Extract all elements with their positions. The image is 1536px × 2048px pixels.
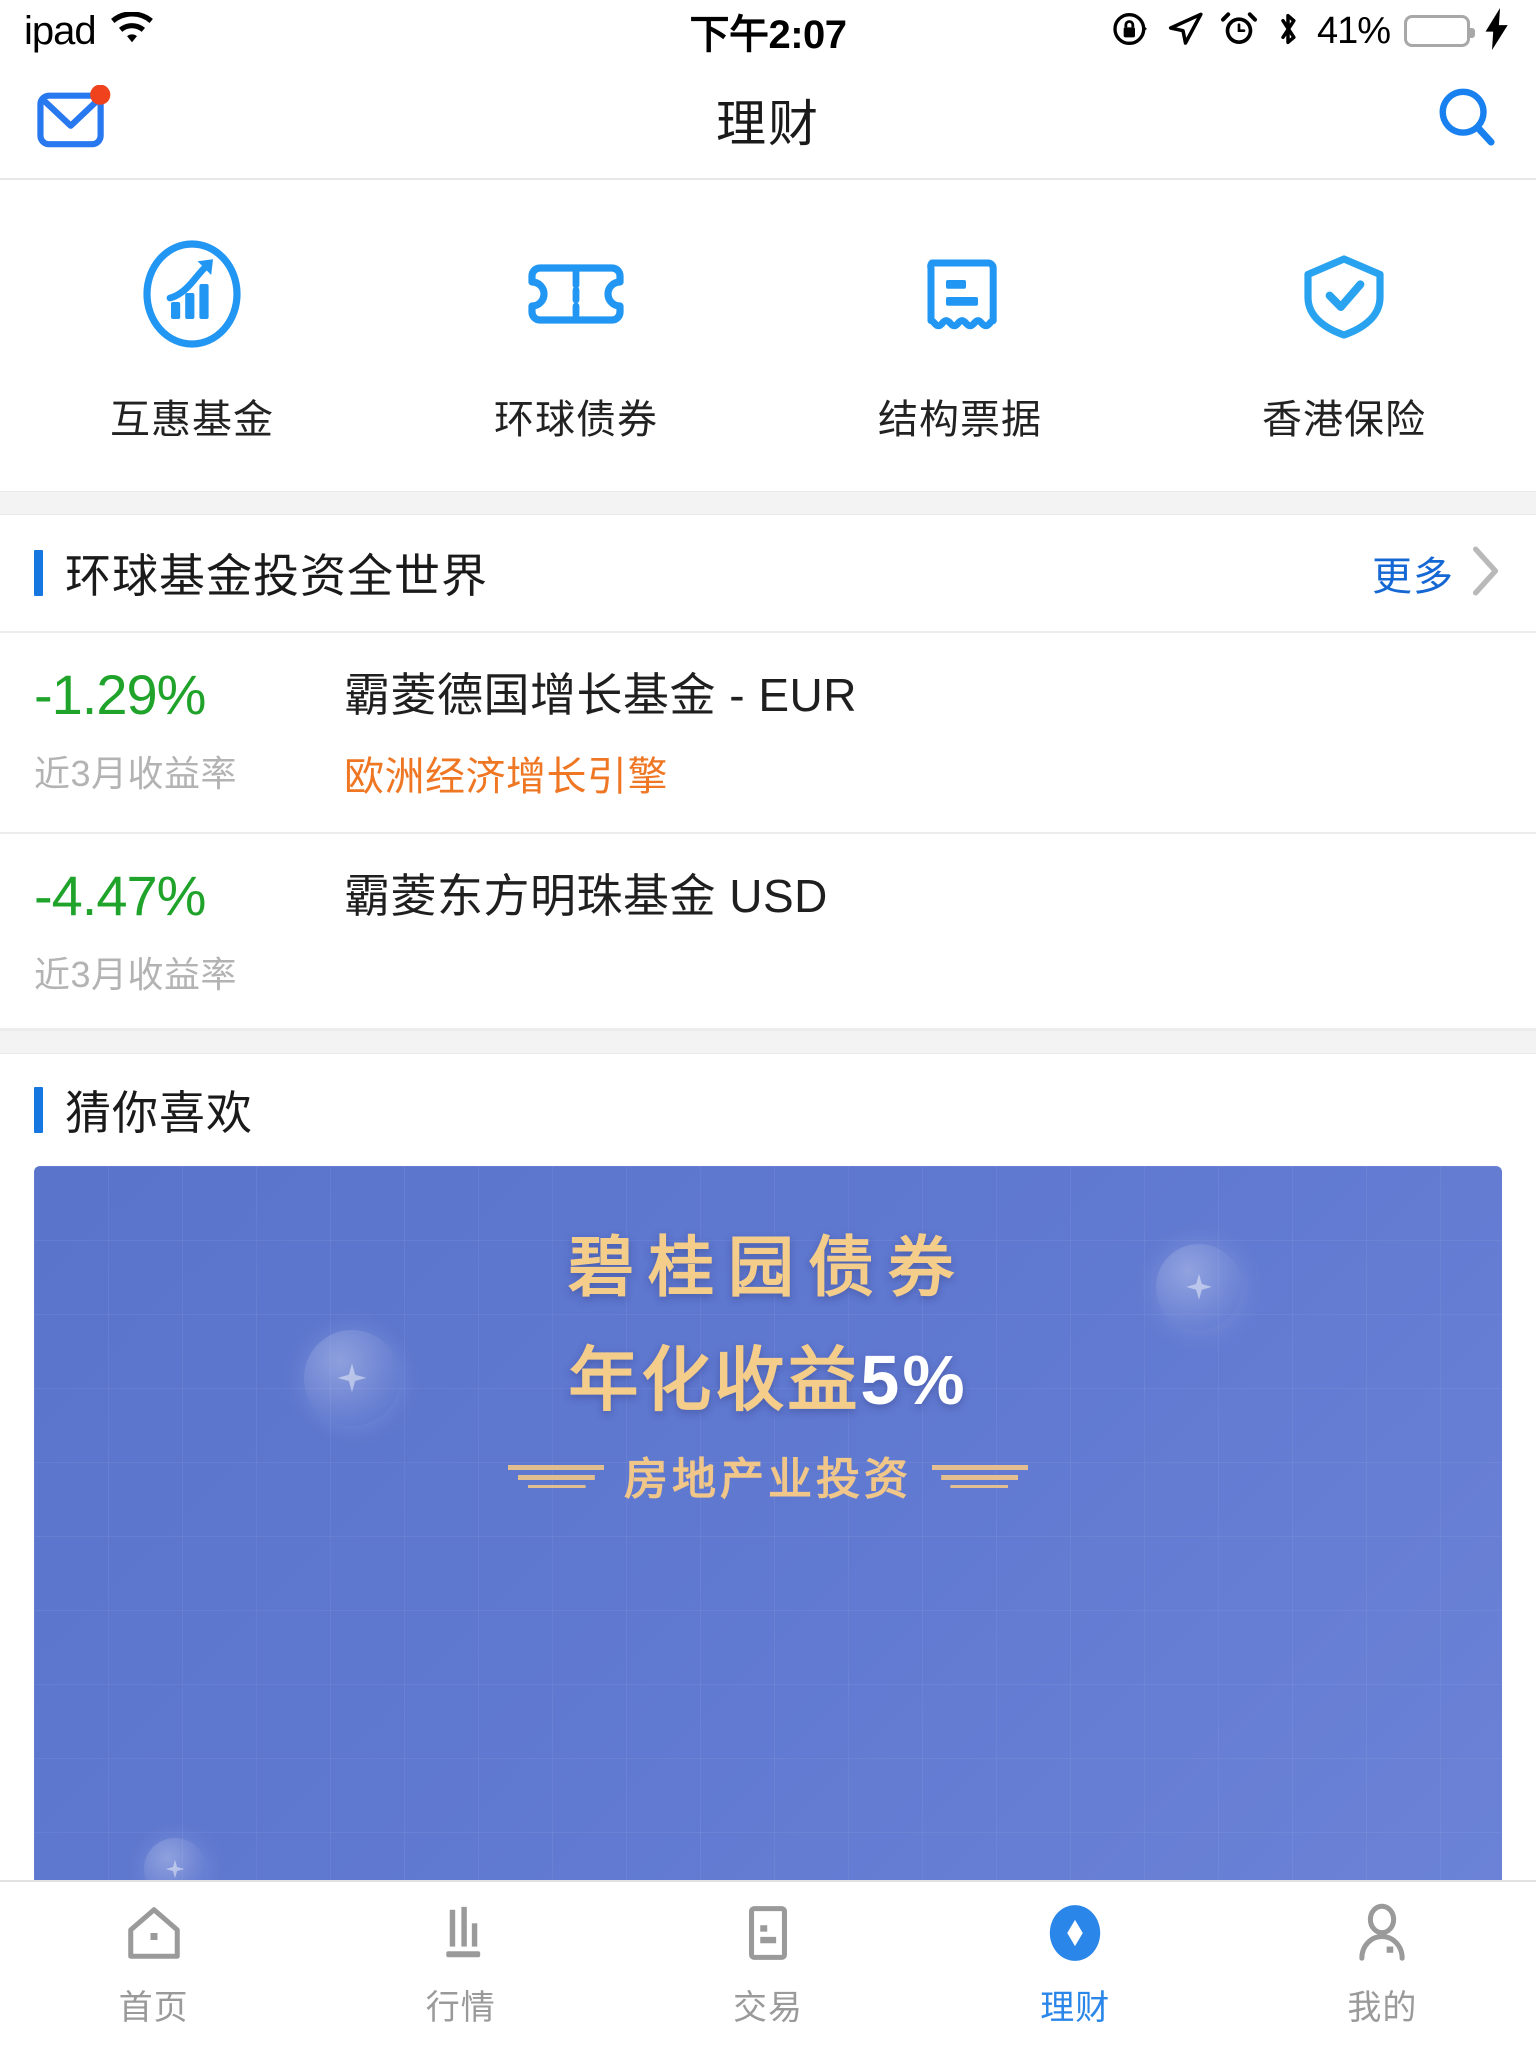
fund-name: 霸菱德国增长基金 - EUR xyxy=(344,669,857,721)
category-item-hk-insurance[interactable]: 香港保险 xyxy=(1152,232,1536,445)
fund-return-percent: -1.29% xyxy=(34,663,206,726)
growth-chart-circle-icon xyxy=(130,232,254,361)
banner-headline: 碧桂园债券 xyxy=(568,1229,968,1304)
trade-document-icon xyxy=(737,1902,799,1964)
section-title: 猜你喜欢 xyxy=(65,1086,253,1139)
banner-text-block: 碧桂园债券 年化收益5% 房地产业投资 xyxy=(34,1166,1502,1880)
category-item-mutual-fund[interactable]: 互惠基金 xyxy=(0,232,384,445)
section-divider-band xyxy=(0,1029,1536,1054)
more-link[interactable]: 更多 xyxy=(1372,544,1502,603)
category-item-structured-note[interactable]: 结构票据 xyxy=(768,232,1152,445)
category-grid: 互惠基金 环球债券 结构票据 香港保险 xyxy=(0,180,1536,491)
section-accent-bar xyxy=(34,1086,43,1133)
fund-return-percent: -4.47% xyxy=(34,863,206,927)
status-bar-time: 下午2:07 xyxy=(689,13,847,57)
fund-return-label: 近3月收益率 xyxy=(34,753,238,794)
banner-dash-right-icon xyxy=(932,1461,1028,1488)
more-label: 更多 xyxy=(1372,555,1454,599)
recommend-header: 猜你喜欢 xyxy=(0,1053,1536,1166)
tab-mine[interactable]: 我的 xyxy=(1229,1902,1536,2029)
section-divider-band xyxy=(0,491,1536,515)
promo-banner-wrapper: 碧桂园债券 年化收益5% 房地产业投资 xyxy=(0,1165,1536,1880)
person-icon xyxy=(1351,1902,1413,1964)
search-button[interactable] xyxy=(1434,85,1500,156)
category-label: 互惠基金 xyxy=(110,398,274,442)
banner-caption: 房地产业投资 xyxy=(624,1454,912,1504)
tab-bar: 首页 行情 交易 理财 我的 xyxy=(0,1880,1536,2048)
promo-banner[interactable]: 碧桂园债券 年化收益5% 房地产业投资 xyxy=(34,1165,1502,1880)
tab-label: 首页 xyxy=(118,1988,189,2027)
battery-icon xyxy=(1404,15,1475,47)
banner-yield-value: 5% xyxy=(860,1340,968,1419)
global-funds-header: 环球基金投资全世界 更多 xyxy=(0,515,1536,633)
category-label: 结构票据 xyxy=(878,398,1042,442)
fund-return-block: -4.47% 近3月收益率 xyxy=(34,863,344,998)
page-title: 理财 xyxy=(716,96,820,152)
category-label: 环球债券 xyxy=(494,398,658,442)
mail-button[interactable] xyxy=(36,84,114,156)
banner-yield-prefix: 年化收益 xyxy=(568,1340,861,1419)
banner-subheadline: 年化收益5% xyxy=(568,1324,967,1425)
tab-market[interactable]: 行情 xyxy=(307,1902,614,2029)
category-label: 香港保险 xyxy=(1262,398,1426,442)
tab-label: 理财 xyxy=(1040,1988,1111,2027)
finance-diamond-icon xyxy=(1044,1902,1106,1964)
tab-home[interactable]: 首页 xyxy=(0,1902,307,2029)
fund-row[interactable]: -1.29% 近3月收益率 霸菱德国增长基金 - EUR 欧洲经济增长引擎 xyxy=(0,633,1536,834)
tab-finance[interactable]: 理财 xyxy=(922,1902,1229,2029)
banner-dash-left-icon xyxy=(508,1461,604,1488)
bar-chart-icon xyxy=(430,1902,492,1964)
tab-trade[interactable]: 交易 xyxy=(614,1902,921,2029)
chevron-right-icon xyxy=(1468,544,1502,603)
tab-label: 我的 xyxy=(1347,1988,1418,2027)
tab-label: 行情 xyxy=(425,1988,496,2027)
ticket-icon xyxy=(514,232,638,361)
section-title: 环球基金投资全世界 xyxy=(65,550,488,602)
home-icon xyxy=(123,1902,185,1964)
banner-caption-row: 房地产业投资 xyxy=(508,1443,1028,1507)
fund-row[interactable]: -4.47% 近3月收益率 霸菱东方明珠基金 USD xyxy=(0,833,1536,1030)
tab-label: 交易 xyxy=(733,1988,803,2027)
nav-bar: 理财 xyxy=(0,62,1536,180)
fund-return-block: -1.29% 近3月收益率 xyxy=(34,667,344,797)
receipt-icon xyxy=(898,232,1022,361)
status-bar: ipad 下午2:07 41% xyxy=(0,0,1536,62)
fund-info-block: 霸菱东方明珠基金 USD xyxy=(344,868,828,923)
category-item-global-bond[interactable]: 环球债券 xyxy=(384,232,768,445)
mail-badge-dot xyxy=(90,84,111,105)
section-accent-bar xyxy=(34,550,43,596)
fund-return-label: 近3月收益率 xyxy=(34,953,238,995)
fund-tagline: 欧洲经济增长引擎 xyxy=(344,754,668,799)
shield-check-icon xyxy=(1282,232,1406,361)
fund-info-block: 霸菱德国增长基金 - EUR 欧洲经济增长引擎 xyxy=(344,667,857,802)
fund-name: 霸菱东方明珠基金 USD xyxy=(344,869,828,922)
app-screen: ipad 下午2:07 41% 理财 互惠基金 环球债券 结构票据 香港保险 环… xyxy=(0,0,1536,2048)
